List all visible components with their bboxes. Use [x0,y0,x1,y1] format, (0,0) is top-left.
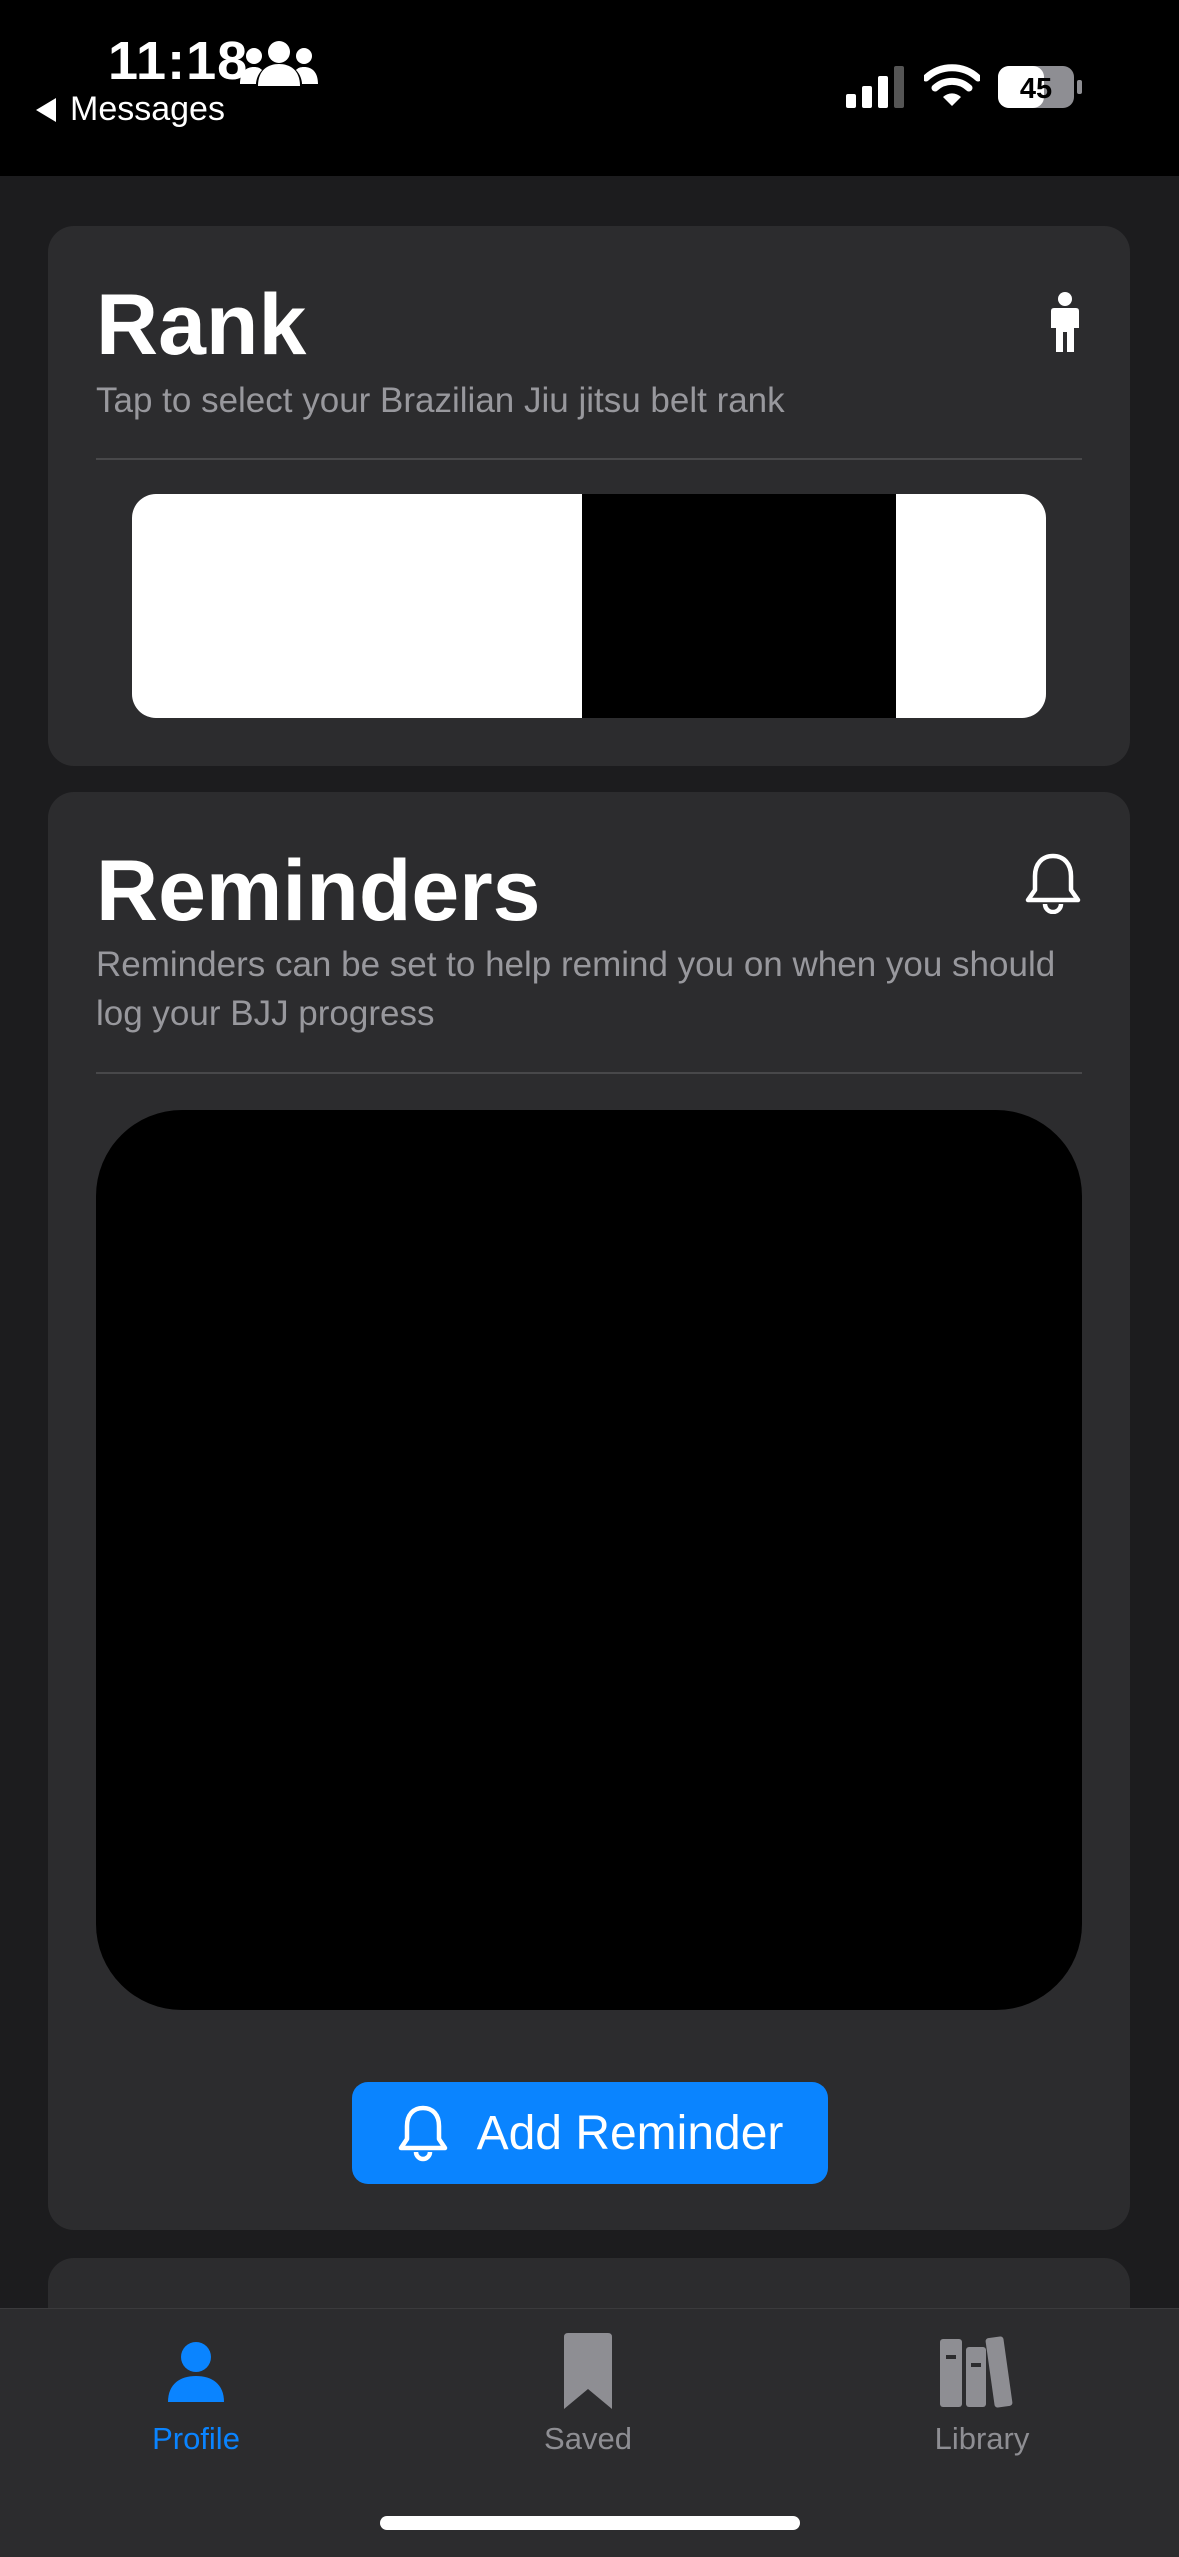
back-label: Messages [70,90,225,128]
rank-card[interactable]: Rank Tap to select your Brazilian Jiu ji… [48,226,1130,766]
books-icon [940,2336,1013,2408]
belt-black-bar [582,494,896,718]
rank-subtitle: Tap to select your Brazilian Jiu jitsu b… [96,381,785,420]
wifi-icon [924,64,980,106]
reminders-title: Reminders [96,843,541,939]
belt-rank-selector[interactable] [132,494,1046,718]
tab-profile[interactable]: Profile [76,2333,316,2457]
bookmark-icon [564,2333,612,2409]
tab-saved[interactable]: Saved [468,2333,708,2457]
divider [96,458,1082,460]
reminders-card: Reminders Reminders can be set to help r… [48,792,1130,2230]
divider [96,1072,1082,1074]
tab-library[interactable]: Library [862,2333,1102,2457]
home-indicator [380,2516,800,2530]
reminders-list [96,1110,1082,2010]
people-icon [240,41,318,86]
status-bar: 11:18 Messages 45 [0,0,1179,176]
tab-label: Library [934,2421,1030,2456]
back-to-messages-link[interactable]: Messages [36,90,225,129]
reminders-subtitle: Reminders can be set to help remind you … [96,945,1056,1033]
rank-title: Rank [96,277,307,373]
cellular-signal-icon [846,66,904,108]
status-time: 11:18 [108,31,249,91]
bell-icon [398,2105,447,2162]
battery-icon: 45 [998,66,1082,108]
tab-label: Profile [152,2421,240,2456]
back-arrow-icon [36,97,56,122]
battery-level: 45 [1020,73,1052,105]
add-reminder-button[interactable]: Add Reminder [352,2082,828,2184]
bell-icon [1025,853,1081,914]
person-icon [1051,292,1079,352]
tab-label: Saved [544,2421,632,2456]
person-icon [168,2342,224,2402]
add-reminder-label: Add Reminder [476,2106,784,2160]
